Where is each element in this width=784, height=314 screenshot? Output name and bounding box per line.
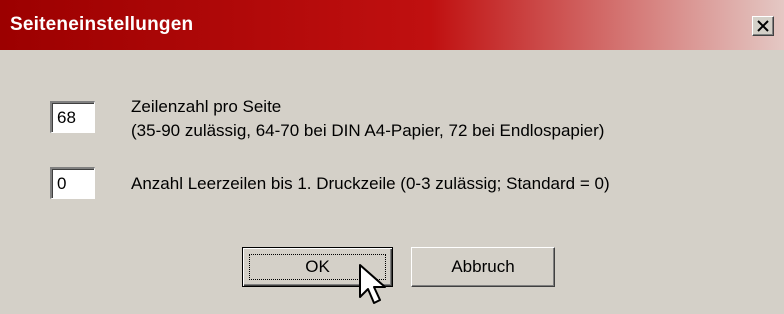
cancel-button[interactable]: Abbruch bbox=[411, 247, 555, 287]
page-settings-dialog: Seiteneinstellungen Zeilenzahl pro Seite… bbox=[0, 0, 784, 314]
ok-button[interactable]: OK bbox=[242, 247, 393, 287]
lines-per-page-label: Zeilenzahl pro Seite bbox=[131, 97, 282, 116]
title-bar[interactable]: Seiteneinstellungen bbox=[0, 0, 784, 50]
blank-lines-input[interactable] bbox=[50, 167, 95, 199]
close-icon bbox=[757, 20, 769, 32]
lines-per-page-hint: (35-90 zulässig, 64-70 bei DIN A4-Papier… bbox=[131, 121, 605, 140]
close-button[interactable] bbox=[752, 16, 774, 36]
blank-lines-label: Anzahl Leerzeilen bis 1. Druckzeile (0-3… bbox=[131, 174, 610, 193]
lines-per-page-input[interactable] bbox=[50, 101, 95, 133]
ok-button-label: OK bbox=[305, 257, 330, 276]
window-title: Seiteneinstellungen bbox=[10, 14, 194, 35]
cancel-button-label: Abbruch bbox=[451, 257, 515, 276]
